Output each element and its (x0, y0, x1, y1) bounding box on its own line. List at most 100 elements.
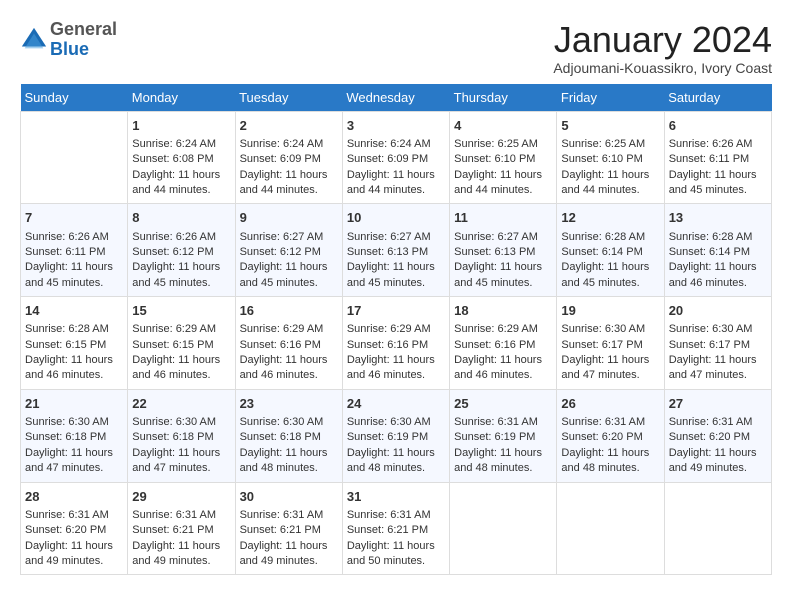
sunrise-text: Sunrise: 6:24 AM (132, 138, 216, 150)
weekday-header: Wednesday (342, 84, 449, 112)
day-number: 8 (132, 209, 230, 227)
daylight-text: Daylight: 11 hours and 46 minutes. (132, 354, 220, 381)
day-number: 4 (454, 117, 552, 135)
day-number: 16 (240, 302, 338, 320)
sunrise-text: Sunrise: 6:31 AM (561, 416, 645, 428)
calendar-cell: 27Sunrise: 6:31 AMSunset: 6:20 PMDayligh… (664, 389, 771, 482)
weekday-header: Friday (557, 84, 664, 112)
calendar-cell (450, 482, 557, 575)
sunset-text: Sunset: 6:15 PM (132, 339, 213, 351)
calendar-cell: 13Sunrise: 6:28 AMSunset: 6:14 PMDayligh… (664, 204, 771, 297)
sunrise-text: Sunrise: 6:31 AM (240, 509, 324, 521)
sunset-text: Sunset: 6:21 PM (132, 524, 213, 536)
location-subtitle: Adjoumani-Kouassikro, Ivory Coast (553, 60, 772, 76)
sunrise-text: Sunrise: 6:30 AM (561, 323, 645, 335)
daylight-text: Daylight: 11 hours and 45 minutes. (347, 261, 435, 288)
daylight-text: Daylight: 11 hours and 49 minutes. (240, 540, 328, 567)
calendar-cell: 12Sunrise: 6:28 AMSunset: 6:14 PMDayligh… (557, 204, 664, 297)
sunrise-text: Sunrise: 6:30 AM (347, 416, 431, 428)
sunset-text: Sunset: 6:18 PM (240, 431, 321, 443)
page-header: General Blue January 2024 Adjoumani-Koua… (20, 20, 772, 76)
weekday-header: Saturday (664, 84, 771, 112)
daylight-text: Daylight: 11 hours and 45 minutes. (240, 261, 328, 288)
sunset-text: Sunset: 6:12 PM (240, 246, 321, 258)
sunset-text: Sunset: 6:16 PM (347, 339, 428, 351)
calendar-cell (557, 482, 664, 575)
sunrise-text: Sunrise: 6:27 AM (240, 231, 324, 243)
daylight-text: Daylight: 11 hours and 47 minutes. (561, 354, 649, 381)
calendar-cell: 30 Sunrise: 6:31 AM Sunset: 6:21 PM Dayligh… (235, 482, 342, 575)
daylight-text: Daylight: 11 hours and 46 minutes. (454, 354, 542, 381)
sunrise-text: Sunrise: 6:31 AM (132, 509, 216, 521)
sunrise-text: Sunrise: 6:31 AM (454, 416, 538, 428)
calendar-week-row: 14Sunrise: 6:28 AMSunset: 6:15 PMDayligh… (21, 297, 772, 390)
title-block: January 2024 Adjoumani-Kouassikro, Ivory… (553, 20, 772, 76)
sunrise-text: Sunrise: 6:24 AM (347, 138, 431, 150)
calendar-cell: 23Sunrise: 6:30 AMSunset: 6:18 PMDayligh… (235, 389, 342, 482)
sunset-text: Sunset: 6:16 PM (240, 339, 321, 351)
daylight-text: Daylight: 11 hours and 44 minutes. (454, 169, 542, 196)
daylight-text: Daylight: 11 hours and 49 minutes. (132, 540, 220, 567)
calendar-cell (664, 482, 771, 575)
calendar-cell: 5Sunrise: 6:25 AMSunset: 6:10 PMDaylight… (557, 111, 664, 204)
daylight-text: Daylight: 11 hours and 46 minutes. (347, 354, 435, 381)
sunrise-text: Sunrise: 6:28 AM (25, 323, 109, 335)
sunset-text: Sunset: 6:19 PM (454, 431, 535, 443)
sunset-text: Sunset: 6:18 PM (25, 431, 106, 443)
calendar-cell: 11Sunrise: 6:27 AMSunset: 6:13 PMDayligh… (450, 204, 557, 297)
sunrise-text: Sunrise: 6:31 AM (25, 509, 109, 521)
day-number: 13 (669, 209, 767, 227)
daylight-text: Daylight: 11 hours and 45 minutes. (132, 261, 220, 288)
sunrise-text: Sunrise: 6:30 AM (132, 416, 216, 428)
daylight-text: Daylight: 11 hours and 47 minutes. (132, 447, 220, 474)
sunset-text: Sunset: 6:19 PM (347, 431, 428, 443)
sunset-text: Sunset: 6:21 PM (240, 524, 321, 536)
sunrise-text: Sunrise: 6:29 AM (454, 323, 538, 335)
daylight-text: Daylight: 11 hours and 49 minutes. (669, 447, 757, 474)
calendar-week-row: 7Sunrise: 6:26 AMSunset: 6:11 PMDaylight… (21, 204, 772, 297)
calendar-cell: 6Sunrise: 6:26 AMSunset: 6:11 PMDaylight… (664, 111, 771, 204)
weekday-header: Sunday (21, 84, 128, 112)
calendar-cell: 26Sunrise: 6:31 AMSunset: 6:20 PMDayligh… (557, 389, 664, 482)
calendar-cell: 10Sunrise: 6:27 AMSunset: 6:13 PMDayligh… (342, 204, 449, 297)
month-title: January 2024 (553, 20, 772, 60)
logo: General Blue (20, 20, 117, 60)
daylight-text: Daylight: 11 hours and 49 minutes. (25, 540, 113, 567)
sunset-text: Sunset: 6:08 PM (132, 153, 213, 165)
sunset-text: Sunset: 6:13 PM (347, 246, 428, 258)
calendar-cell: 7Sunrise: 6:26 AMSunset: 6:11 PMDaylight… (21, 204, 128, 297)
calendar-cell: 8Sunrise: 6:26 AMSunset: 6:12 PMDaylight… (128, 204, 235, 297)
sunrise-text: Sunrise: 6:30 AM (25, 416, 109, 428)
weekday-header: Monday (128, 84, 235, 112)
calendar-cell: 19Sunrise: 6:30 AMSunset: 6:17 PMDayligh… (557, 297, 664, 390)
sunrise-text: Sunrise: 6:29 AM (347, 323, 431, 335)
calendar-table: SundayMondayTuesdayWednesdayThursdayFrid… (20, 84, 772, 576)
sunrise-text: Sunrise: 6:31 AM (669, 416, 753, 428)
sunset-text: Sunset: 6:11 PM (669, 153, 750, 165)
calendar-cell: 14Sunrise: 6:28 AMSunset: 6:15 PMDayligh… (21, 297, 128, 390)
sunrise-text: Sunrise: 6:28 AM (561, 231, 645, 243)
daylight-text: Daylight: 11 hours and 44 minutes. (561, 169, 649, 196)
daylight-text: Daylight: 11 hours and 45 minutes. (25, 261, 113, 288)
calendar-cell: 18Sunrise: 6:29 AMSunset: 6:16 PMDayligh… (450, 297, 557, 390)
sunset-text: Sunset: 6:09 PM (240, 153, 321, 165)
daylight-text: Daylight: 11 hours and 48 minutes. (240, 447, 328, 474)
calendar-cell: 17Sunrise: 6:29 AMSunset: 6:16 PMDayligh… (342, 297, 449, 390)
day-number: 2 (240, 117, 338, 135)
logo-icon (20, 26, 48, 54)
sunset-text: Sunset: 6:17 PM (561, 339, 642, 351)
daylight-text: Daylight: 11 hours and 45 minutes. (669, 169, 757, 196)
calendar-cell: 20Sunrise: 6:30 AMSunset: 6:17 PMDayligh… (664, 297, 771, 390)
header-row: SundayMondayTuesdayWednesdayThursdayFrid… (21, 84, 772, 112)
daylight-text: Daylight: 11 hours and 47 minutes. (25, 447, 113, 474)
day-number: 18 (454, 302, 552, 320)
sunset-text: Sunset: 6:10 PM (454, 153, 535, 165)
sunrise-text: Sunrise: 6:29 AM (132, 323, 216, 335)
day-number: 30 (240, 488, 338, 506)
calendar-cell: 4Sunrise: 6:25 AMSunset: 6:10 PMDaylight… (450, 111, 557, 204)
daylight-text: Daylight: 11 hours and 46 minutes. (669, 261, 757, 288)
calendar-cell: 15Sunrise: 6:29 AMSunset: 6:15 PMDayligh… (128, 297, 235, 390)
day-number: 31 (347, 488, 445, 506)
calendar-cell: 24Sunrise: 6:30 AMSunset: 6:19 PMDayligh… (342, 389, 449, 482)
calendar-cell: 9Sunrise: 6:27 AMSunset: 6:12 PMDaylight… (235, 204, 342, 297)
